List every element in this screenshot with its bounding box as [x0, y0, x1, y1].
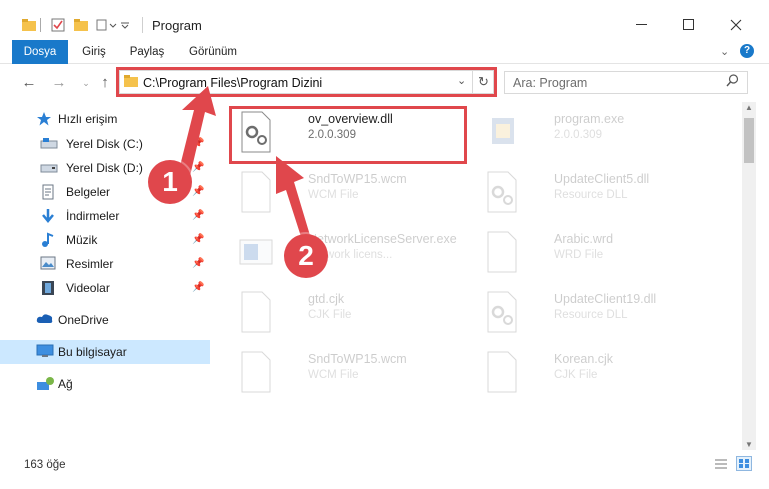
up-arrow-icon[interactable]: ↑	[96, 74, 114, 92]
file-name: program.exe	[554, 112, 625, 126]
tab-giris[interactable]: Giriş	[74, 40, 114, 64]
search-placeholder: Ara: Program	[513, 76, 588, 90]
star-icon	[36, 111, 54, 127]
file-item-updateclient5-dll[interactable]: UpdateClient5.dll Resource DLL	[478, 164, 728, 220]
network-icon	[36, 376, 54, 392]
maximize-button[interactable]	[674, 12, 704, 38]
tab-dosya[interactable]: Dosya	[12, 40, 68, 64]
sidebar-item-label: Yerel Disk (D:)	[66, 161, 143, 175]
ribbon: Dosya Giriş Paylaş Görünüm ⌄ ?	[0, 40, 769, 64]
callout-1: 1	[148, 160, 192, 204]
sidebar-item-label: Bu bilgisayar	[58, 345, 127, 359]
documents-icon	[40, 184, 58, 200]
sidebar-item-this-pc[interactable]: Bu bilgisayar	[0, 340, 210, 364]
forward-arrow-icon[interactable]: →	[50, 74, 68, 92]
exe-icon	[484, 110, 520, 154]
drive-icon	[40, 136, 58, 152]
scroll-down-icon[interactable]: ▼	[745, 440, 753, 449]
window-title: Program	[152, 18, 202, 33]
sidebar-item-muzik[interactable]: Müzik 📌	[0, 228, 210, 252]
separator-icon	[40, 15, 41, 35]
sidebar-item-label: Müzik	[66, 233, 98, 247]
music-note-icon	[40, 232, 58, 248]
scrollbar-thumb[interactable]	[744, 118, 754, 163]
back-arrow-icon[interactable]: ←	[20, 74, 38, 92]
pin-icon: 📌	[192, 234, 205, 245]
pictures-icon	[40, 256, 58, 272]
customize-toolbar-icon[interactable]	[120, 15, 130, 35]
file-item-program-exe[interactable]: program.exe 2.0.0.309	[478, 104, 728, 160]
sidebar-item-label: Resimler	[66, 257, 114, 271]
file-icon	[238, 290, 274, 334]
sidebar-item-label: OneDrive	[58, 313, 109, 327]
sidebar-item-label: Yerel Disk (C:)	[66, 137, 143, 151]
sidebar-item-label: Belgeler	[66, 185, 111, 199]
film-icon	[40, 280, 58, 296]
sidebar-item-indirmeler[interactable]: İndirmeler 📌	[0, 204, 210, 228]
file-type: WCM File	[308, 369, 359, 381]
dll-gear-icon	[484, 170, 520, 214]
title-divider	[142, 17, 143, 33]
file-name: SndToWP15.wcm	[308, 352, 407, 366]
tiles-view-icon[interactable]	[736, 456, 752, 471]
scroll-up-icon[interactable]: ▲	[745, 103, 753, 112]
file-type: CJK File	[308, 309, 352, 321]
close-button[interactable]	[721, 12, 751, 38]
drive-icon	[40, 160, 58, 176]
ribbon-expand-icon[interactable]: ⌄	[720, 45, 729, 58]
file-item-updateclient19-dll[interactable]: UpdateClient19.dll Resource DLL	[478, 284, 728, 340]
cloud-icon	[36, 312, 54, 328]
download-arrow-icon	[40, 208, 58, 224]
file-type: Resource DLL	[554, 309, 628, 321]
file-icon	[484, 350, 520, 394]
file-item-sndtowp15-wcm-2[interactable]: SndToWP15.wcm WCM File	[232, 344, 482, 400]
folder-icon	[22, 15, 36, 35]
sidebar-item-network[interactable]: Ağ	[0, 372, 210, 396]
callout-2: 2	[284, 234, 328, 278]
sidebar-item-videolar[interactable]: Videolar 📌	[0, 276, 210, 300]
file-icon	[238, 350, 274, 394]
sidebar-item-resimler[interactable]: Resimler 📌	[0, 252, 210, 276]
file-version: 2.0.0.309	[554, 129, 602, 141]
tab-paylas[interactable]: Paylaş	[124, 40, 170, 64]
view-options-icon[interactable]	[96, 15, 118, 35]
sidebar-item-label: İndirmeler	[66, 209, 120, 223]
sidebar-item-label: Ağ	[58, 377, 73, 391]
sidebar-item-label: Videolar	[66, 281, 110, 295]
tab-gorunum[interactable]: Görünüm	[182, 40, 244, 64]
search-icon[interactable]	[726, 74, 739, 90]
properties-icon[interactable]	[51, 15, 65, 35]
sidebar-item-label: Hızlı erişim	[58, 112, 118, 126]
details-view-icon[interactable]	[714, 458, 728, 473]
file-type: WRD File	[554, 249, 604, 261]
new-folder-icon[interactable]	[74, 15, 88, 35]
sidebar-item-onedrive[interactable]: OneDrive	[0, 308, 210, 332]
minimize-button[interactable]	[627, 12, 657, 38]
file-name: Korean.cjk	[554, 352, 614, 366]
status-bar	[0, 450, 769, 480]
help-icon[interactable]: ?	[740, 44, 754, 58]
dll-gear-icon	[484, 290, 520, 334]
file-type: CJK File	[554, 369, 598, 381]
file-type: Resource DLL	[554, 189, 628, 201]
item-count: 163 öğe	[24, 459, 66, 471]
file-item-arabic-wrd[interactable]: Arabic.wrd WRD File	[478, 224, 728, 280]
computer-icon	[36, 344, 54, 360]
pin-icon: 📌	[192, 282, 205, 293]
file-name: UpdateClient19.dll	[554, 292, 657, 306]
pin-icon: 📌	[192, 210, 205, 221]
file-icon	[484, 230, 520, 274]
file-name: UpdateClient5.dll	[554, 172, 650, 186]
pin-icon: 📌	[192, 258, 205, 269]
file-name: gtd.cjk	[308, 292, 345, 306]
recent-locations-icon[interactable]: ⌄	[77, 74, 95, 92]
file-item-korean-cjk[interactable]: Korean.cjk CJK File	[478, 344, 728, 400]
file-name: Arabic.wrd	[554, 232, 614, 246]
file-item-gtd-cjk[interactable]: gtd.cjk CJK File	[232, 284, 482, 340]
